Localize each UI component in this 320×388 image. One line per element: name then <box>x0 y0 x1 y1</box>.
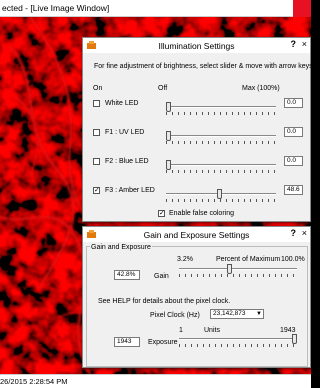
led-slider-f1-uv-led-track[interactable] <box>166 135 276 137</box>
led-value-f2-blue-led[interactable]: 0.0 <box>284 156 303 166</box>
column-off-label: Off <box>158 85 168 92</box>
instructions-text: For fine adjustment of brightness, selec… <box>94 63 315 70</box>
gain-slider-track[interactable] <box>179 268 297 270</box>
illumination-titlebar[interactable]: Illumination Settings ? × <box>83 38 310 53</box>
units-caption: Units <box>204 327 220 334</box>
pixel-clock-label: Pixel Clock (Hz) <box>150 312 200 319</box>
gain-exposure-group <box>86 246 308 367</box>
exposure-label: Exposure <box>148 339 178 346</box>
led-value-f3-amber-led[interactable]: 48.6 <box>284 185 303 195</box>
false-color-label: Enable false coloring <box>169 210 234 217</box>
column-max-label: Max (100%) <box>242 85 280 92</box>
units-min-label: 1 <box>179 327 183 334</box>
gain-exposure-dialog: Gain and Exposure Settings ? × Gain and … <box>82 226 311 368</box>
led-slider-white-led-thumb[interactable] <box>166 102 171 112</box>
dialog-title: Illumination Settings <box>158 41 235 51</box>
illumination-dialog: Illumination Settings ? × For fine adjus… <box>82 37 315 222</box>
statusbar: 26/2015 2:28:54 PM <box>0 374 311 388</box>
false-color-checkbox[interactable]: ✓ <box>158 210 165 217</box>
gain-slider-ticks <box>179 274 297 277</box>
led-slider-white-led-track[interactable] <box>166 106 276 108</box>
led-slider-f3-amber-led-ticks <box>166 199 276 202</box>
main-close-button[interactable] <box>293 0 311 17</box>
led-label-white-led: White LED <box>105 100 139 107</box>
exposure-slider-track[interactable] <box>179 338 297 340</box>
exposure-slider-thumb[interactable] <box>292 334 297 344</box>
main-titlebar: ected - [Live Image Window] <box>0 0 311 17</box>
led-value-f1-uv-led[interactable]: 0.0 <box>284 127 303 137</box>
led-slider-f2-blue-led-ticks <box>166 170 276 173</box>
led-checkbox-f1-uv-led[interactable] <box>93 129 100 136</box>
led-slider-f1-uv-led-ticks <box>166 141 276 144</box>
close-button[interactable]: × <box>302 39 307 49</box>
led-checkbox-f2-blue-led[interactable] <box>93 158 100 165</box>
dialog-title: Gain and Exposure Settings <box>143 230 250 240</box>
gain-value-field[interactable]: 42.8% <box>114 270 140 280</box>
pixel-clock-help-text: See HELP for details about the pixel clo… <box>98 298 231 305</box>
percent-max-label: 100.0% <box>281 256 305 263</box>
gain-exposure-titlebar[interactable]: Gain and Exposure Settings ? × <box>83 227 310 242</box>
pixel-clock-value: 23,142,873 <box>213 310 246 317</box>
percent-caption: Percent of Maximum <box>216 256 281 263</box>
led-slider-white-led-ticks <box>166 112 276 115</box>
led-slider-f3-amber-led-thumb[interactable] <box>217 189 223 199</box>
gain-slider-thumb[interactable] <box>227 264 233 274</box>
led-slider-f2-blue-led-track[interactable] <box>166 164 276 166</box>
led-value-white-led[interactable]: 0.0 <box>284 98 303 108</box>
help-button[interactable]: ? <box>291 228 297 238</box>
pixel-clock-select[interactable]: 23,142,873 ▼ <box>210 309 264 319</box>
status-timestamp: 26/2015 2:28:54 PM <box>0 377 68 386</box>
window-title: ected - [Live Image Window] <box>2 3 110 13</box>
led-checkbox-f3-amber-led[interactable]: ✓ <box>93 187 100 194</box>
led-label-f3-amber-led: F3 : Amber LED <box>105 187 155 194</box>
units-max-label: 1943 <box>280 327 296 334</box>
led-label-f1-uv-led: F1 : UV LED <box>105 129 145 136</box>
led-checkbox-white-led[interactable] <box>93 100 100 107</box>
exposure-value-field[interactable]: 1943 <box>114 337 140 347</box>
chevron-down-icon: ▼ <box>256 311 262 317</box>
group-label: Gain and Exposure <box>90 244 152 251</box>
column-on-label: On <box>93 85 103 92</box>
percent-min-label: 3.2% <box>177 256 193 263</box>
led-label-f2-blue-led: F2 : Blue LED <box>105 158 149 165</box>
led-slider-f2-blue-led-thumb[interactable] <box>166 160 171 170</box>
help-button[interactable]: ? <box>291 39 297 49</box>
close-button[interactable]: × <box>302 228 307 238</box>
led-slider-f1-uv-led-thumb[interactable] <box>166 131 171 141</box>
exposure-slider-ticks <box>179 344 297 347</box>
gain-label: Gain <box>154 273 169 280</box>
